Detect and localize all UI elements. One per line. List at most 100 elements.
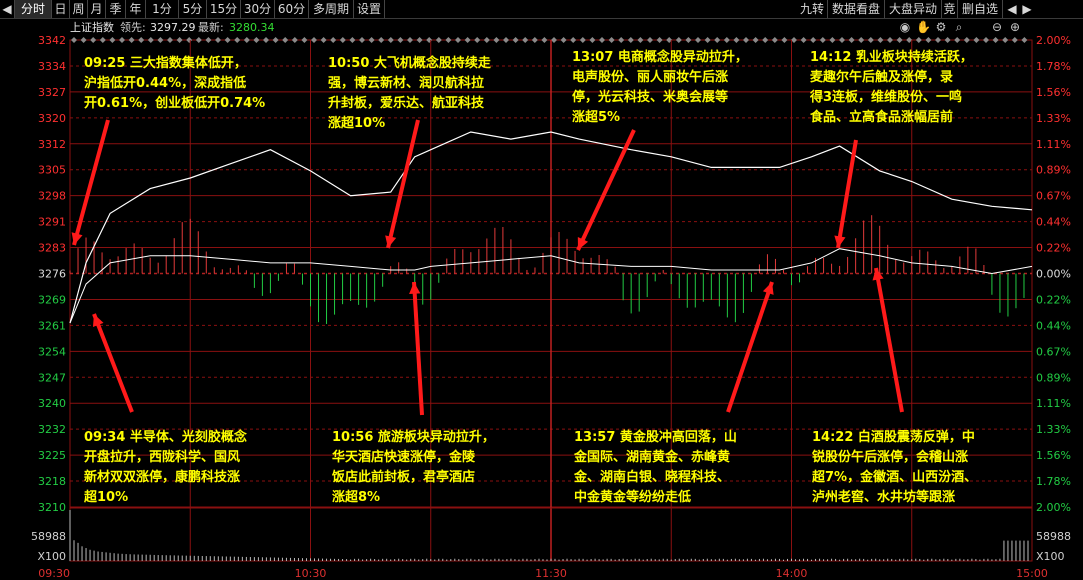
index-name: 上证指数 — [70, 21, 114, 34]
market-alert-button[interactable]: 大盘异动 — [885, 0, 942, 18]
prev-arrow-icon[interactable]: ◀ — [1005, 0, 1019, 18]
top-marker — [291, 37, 298, 43]
pct-tick-label: 1.11% — [1036, 138, 1071, 151]
top-marker — [637, 37, 644, 43]
top-marker — [71, 37, 77, 43]
annotation-1422: 14:22 白酒股震荡反弹，中 锐股份午后涨停，会稽山涨 超7%，金徽酒、山西汾… — [812, 430, 978, 505]
tab-15min[interactable]: 15分 — [207, 0, 241, 18]
tab-1min[interactable]: 1分 — [146, 0, 179, 18]
back-arrow-icon[interactable]: ◀ — [0, 0, 15, 18]
top-marker — [359, 37, 365, 43]
top-marker — [99, 37, 106, 43]
top-marker — [167, 37, 173, 43]
top-marker — [330, 37, 337, 43]
top-marker — [867, 37, 874, 43]
top-marker — [992, 37, 999, 43]
hand-icon[interactable]: ✋ — [916, 19, 931, 36]
plus-icon[interactable]: ⊕ — [1008, 19, 1022, 36]
y-tick-label: 3320 — [38, 112, 66, 125]
top-marker — [119, 37, 125, 43]
x-tick-label: 15:00 — [1016, 567, 1048, 580]
top-marker — [685, 37, 692, 43]
y-tick-label: 3291 — [38, 216, 66, 229]
top-marker — [810, 37, 817, 43]
next-arrow-icon[interactable]: ▶ — [1020, 0, 1034, 18]
tab-weekly[interactable]: 周 — [70, 0, 88, 18]
top-marker — [435, 37, 442, 43]
pct-tick-label: 1.33% — [1036, 423, 1071, 436]
top-marker — [368, 37, 375, 43]
gear-icon[interactable]: ⚙ — [934, 19, 948, 36]
minus-icon[interactable]: ⊖ — [990, 19, 1004, 36]
y-tick-label: 3312 — [38, 138, 66, 151]
top-marker — [205, 37, 212, 43]
y-tick-label: 3269 — [38, 293, 66, 306]
pct-tick-label: 0.67% — [1036, 345, 1071, 358]
top-marker — [714, 37, 721, 43]
tab-60min[interactable]: 60分 — [275, 0, 309, 18]
top-marker — [704, 37, 711, 43]
top-marker — [531, 37, 538, 43]
tab-yearly[interactable]: 年 — [126, 0, 146, 18]
annotation-arrow — [576, 129, 636, 251]
top-marker — [397, 37, 404, 43]
top-marker — [695, 37, 701, 43]
tab-quarterly[interactable]: 季 — [106, 0, 126, 18]
top-marker — [195, 37, 202, 43]
pct-tick-label: 0.00% — [1036, 268, 1071, 281]
annotation-arrowhead — [409, 282, 421, 295]
pct-tick-label: 0.67% — [1036, 190, 1071, 203]
prev-value: 3297.29 — [150, 21, 196, 34]
data-watch-button[interactable]: 数据看盘 — [828, 0, 885, 18]
tab-30min[interactable]: 30分 — [241, 0, 275, 18]
top-marker — [253, 37, 260, 43]
pct-tick-label: 1.56% — [1036, 86, 1071, 99]
top-marker — [147, 37, 154, 43]
annotation-arrow — [386, 119, 420, 249]
y-tick-label: 3218 — [38, 475, 66, 488]
annotation-1050: 10:50 大飞机概念股持续走 强，博云新材、润贝航科拉 升封板，爱乐达、航亚科… — [328, 56, 491, 131]
eye-icon[interactable]: ◉ — [898, 19, 912, 36]
top-marker — [983, 37, 989, 43]
bid-button[interactable]: 竞 — [942, 0, 958, 18]
pct-tick-label: 0.89% — [1036, 371, 1071, 384]
top-marker — [858, 37, 865, 43]
y-tick-label: 3225 — [38, 449, 66, 462]
tab-multi-period[interactable]: 多周期 — [309, 0, 354, 18]
annotation-arrow — [836, 139, 858, 249]
top-marker — [215, 37, 221, 43]
pct-tick-label: 0.22% — [1036, 242, 1071, 255]
top-marker — [263, 37, 269, 43]
y-tick-label: 3240 — [38, 397, 66, 410]
annotation-1307: 13:07 电商概念股异动拉升， 电声股份、丽人丽妆午后涨 停，光云科技、米奥会… — [572, 50, 748, 125]
top-marker — [829, 37, 836, 43]
nine-turn-button[interactable]: 九转 — [797, 0, 828, 18]
top-marker — [771, 37, 778, 43]
top-marker — [973, 37, 980, 43]
volume-max-label-right: 58988 — [1036, 530, 1071, 543]
pct-tick-label: 1.56% — [1036, 449, 1071, 462]
tab-intraday[interactable]: 分时 — [15, 0, 52, 18]
top-marker — [387, 37, 394, 43]
top-marker — [407, 37, 413, 43]
top-marker — [224, 37, 231, 43]
tab-daily[interactable]: 日 — [52, 0, 70, 18]
search-icon[interactable]: ⌕ — [952, 19, 966, 36]
top-marker — [618, 37, 625, 43]
top-marker — [839, 37, 845, 43]
remove-watchlist-button[interactable]: 删自选 — [958, 0, 1003, 18]
x-tick-label: 09:30 — [38, 567, 70, 580]
settings-button[interactable]: 设置 — [354, 0, 385, 18]
top-marker — [599, 37, 605, 43]
top-marker — [186, 37, 193, 43]
annotation-arrow — [874, 267, 904, 413]
annotation-arrow — [412, 281, 424, 416]
top-marker — [560, 37, 567, 43]
pct-tick-label: 1.78% — [1036, 60, 1071, 73]
tab-5min[interactable]: 5分 — [179, 0, 207, 18]
top-marker — [301, 37, 308, 43]
tab-monthly[interactable]: 月 — [88, 0, 106, 18]
top-marker — [819, 37, 826, 43]
pct-tick-label: 0.89% — [1036, 164, 1071, 177]
top-marker — [455, 37, 461, 43]
